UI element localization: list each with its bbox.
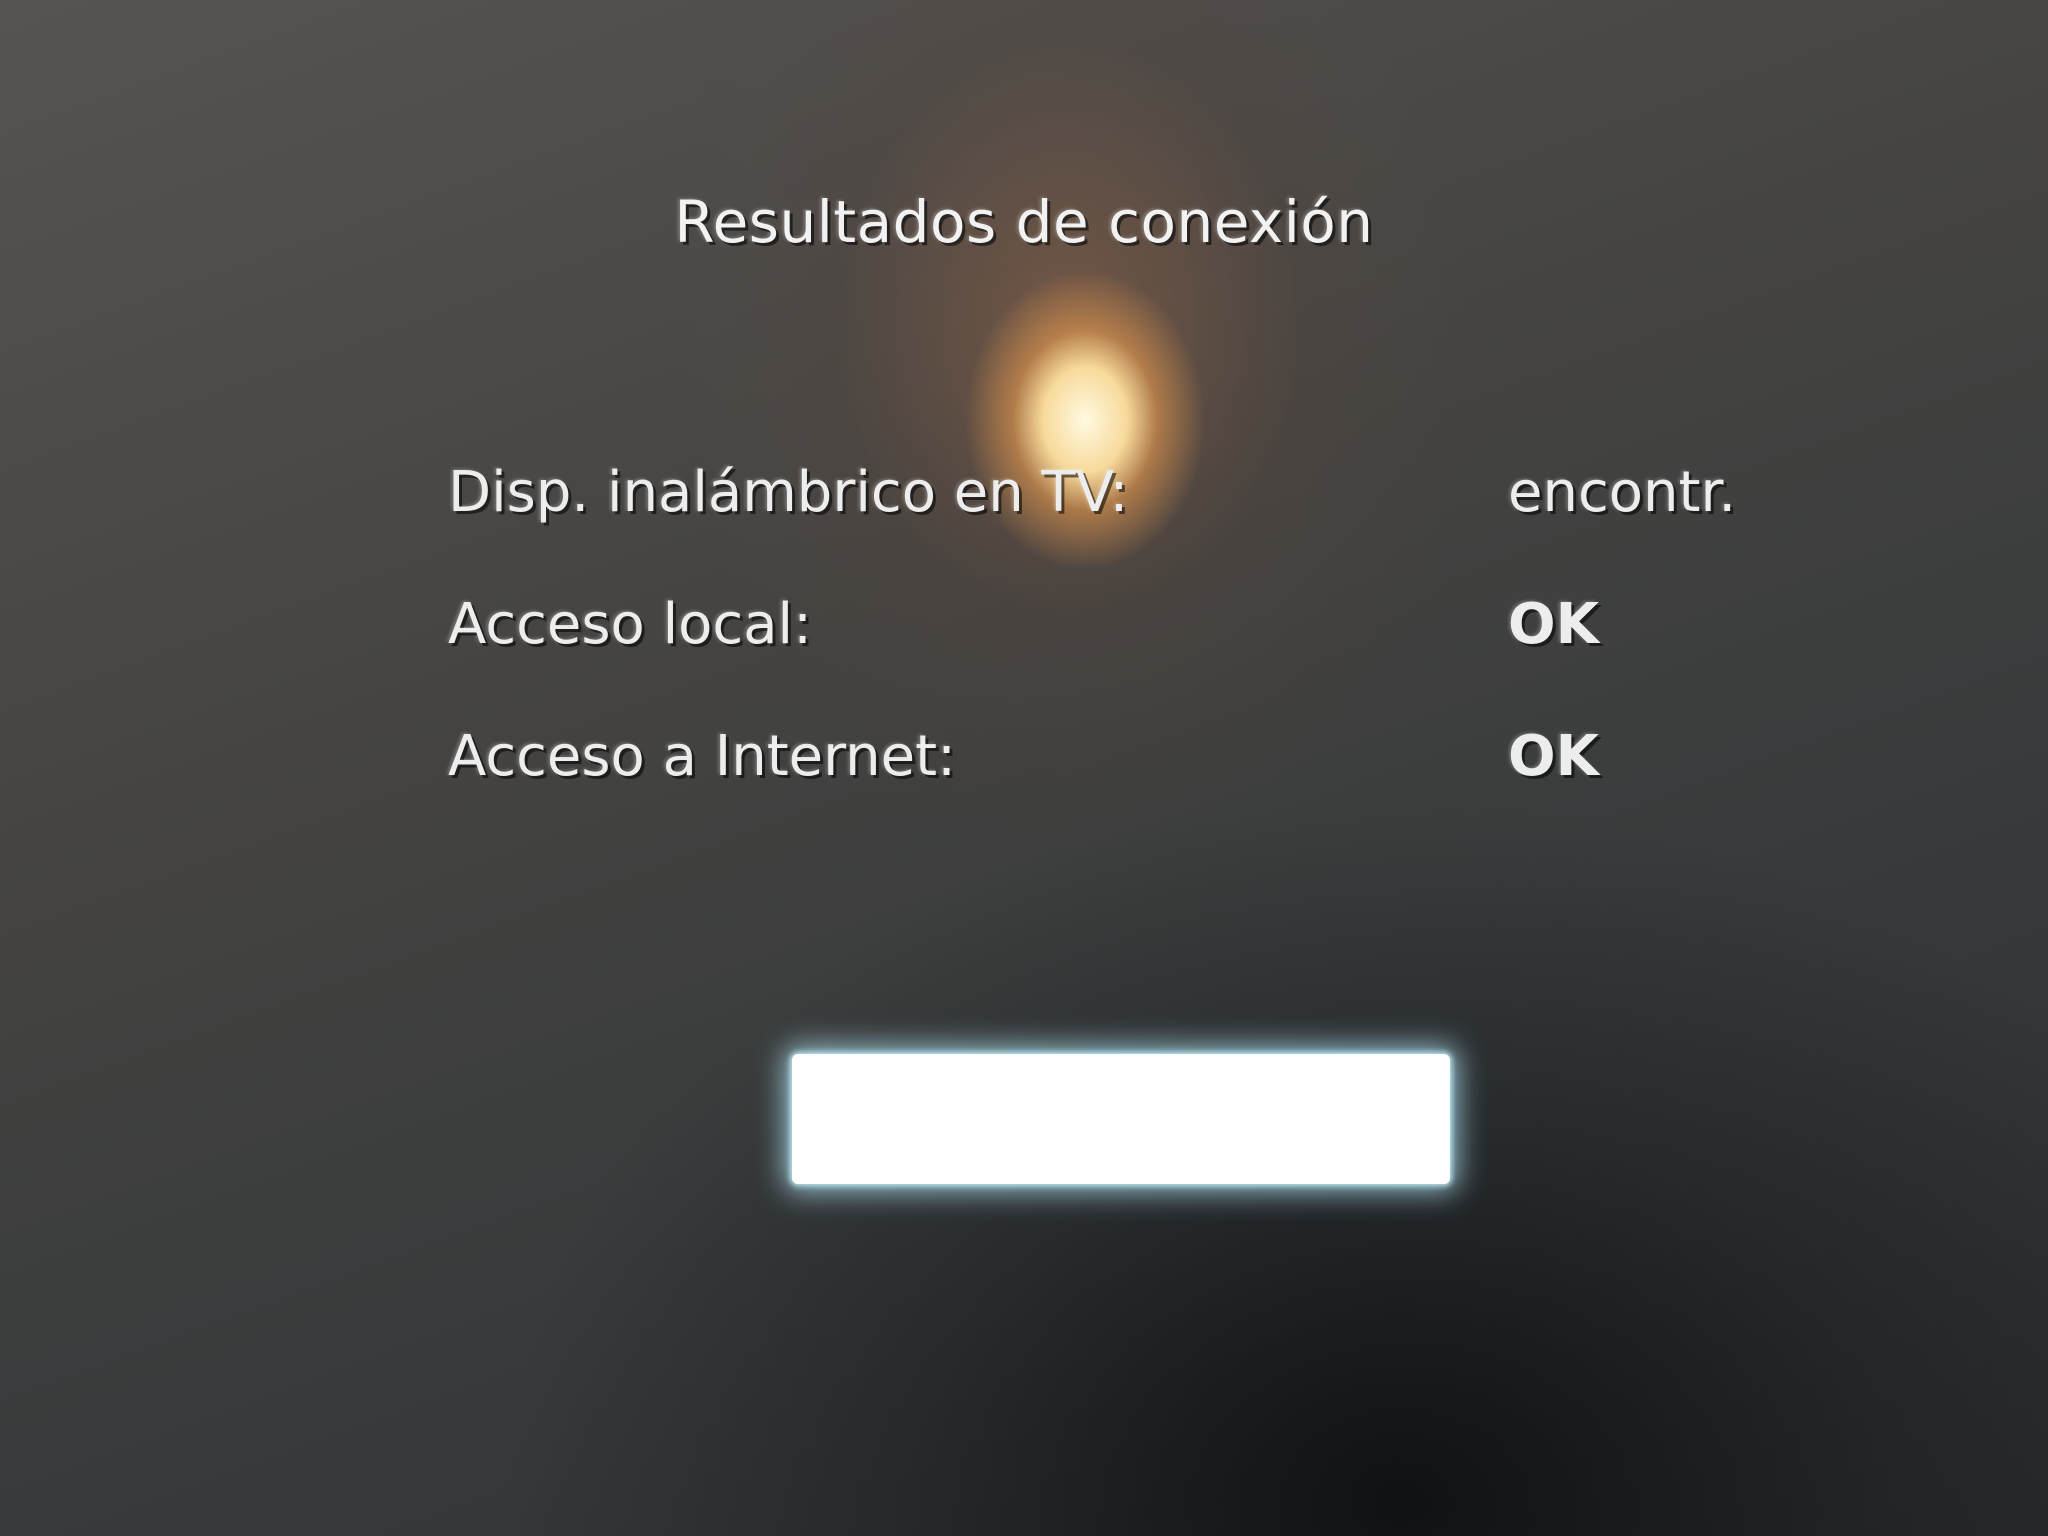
confirm-button[interactable] bbox=[792, 1054, 1450, 1184]
connection-results: Disp. inalámbrico en TV: encontr. Acceso… bbox=[448, 460, 1748, 856]
result-row-internet-access: Acceso a Internet: OK bbox=[448, 724, 1748, 856]
tv-screen: Resultados de conexión Disp. inalámbrico… bbox=[0, 0, 2048, 1536]
result-value-internet-access: OK bbox=[1508, 724, 1599, 789]
result-label-local-access: Acceso local: bbox=[448, 592, 812, 657]
dialog-title: Resultados de conexión bbox=[674, 188, 1374, 256]
result-label-internet-access: Acceso a Internet: bbox=[448, 724, 956, 789]
result-row-wireless-device: Disp. inalámbrico en TV: encontr. bbox=[448, 460, 1748, 592]
result-value-wireless-device: encontr. bbox=[1508, 460, 1737, 525]
result-value-local-access: OK bbox=[1508, 592, 1599, 657]
result-label-wireless-device: Disp. inalámbrico en TV: bbox=[448, 460, 1129, 525]
result-row-local-access: Acceso local: OK bbox=[448, 592, 1748, 724]
